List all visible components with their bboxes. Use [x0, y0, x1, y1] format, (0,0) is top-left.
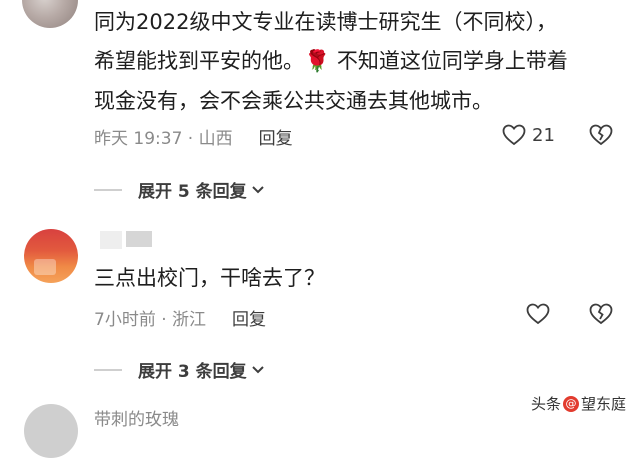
chevron-down-icon	[251, 180, 265, 200]
time-location: 7小时前 · 浙江	[94, 310, 207, 330]
expand-replies-button[interactable]: 展开 3 条回复	[94, 357, 265, 382]
comment-text: 三点出校门，干啥去了？	[94, 266, 325, 290]
avatar[interactable]	[22, 0, 78, 28]
chevron-down-icon	[251, 360, 265, 380]
watermark-name: 望东庭	[580, 395, 626, 413]
like-button[interactable]: 21	[502, 124, 555, 146]
time-location: 昨天 19:37 · 山西	[94, 129, 233, 149]
broken-heart-icon	[589, 124, 613, 146]
broken-heart-icon	[589, 303, 613, 325]
at-icon: @	[562, 395, 579, 412]
comment-text-line: 同为2022级中文专业在读博士研究生（不同校），	[94, 10, 557, 34]
expand-replies-label: 展开 5 条回复	[138, 182, 247, 202]
watermark: 头条 @ 望东庭	[531, 393, 626, 414]
comment-text-line: 现金没有，会不会乘公共交通去其他城市。	[94, 89, 493, 113]
reply-button[interactable]: 回复	[232, 305, 266, 330]
username-redacted[interactable]	[100, 231, 152, 251]
comment-meta: 昨天 19:37 · 山西 回复	[94, 124, 293, 149]
divider	[94, 188, 122, 191]
comment-text-line: 希望能找到平安的他。🌹 不知道这位同学身上带着	[94, 49, 568, 73]
heart-icon	[502, 124, 526, 146]
comment-meta: 7小时前 · 浙江 回复	[94, 305, 266, 330]
heart-icon	[526, 303, 550, 325]
avatar[interactable]	[24, 404, 78, 458]
username[interactable]: 带刺的玫瑰	[94, 405, 179, 430]
expand-replies-button[interactable]: 展开 5 条回复	[94, 177, 265, 202]
dislike-button[interactable]	[589, 124, 613, 146]
divider	[94, 368, 122, 371]
watermark-prefix: 头条	[530, 395, 561, 413]
like-count: 21	[532, 124, 555, 146]
expand-replies-label: 展开 3 条回复	[138, 362, 247, 382]
like-button[interactable]	[526, 303, 550, 325]
reply-button[interactable]: 回复	[259, 124, 293, 149]
avatar[interactable]	[24, 229, 78, 283]
dislike-button[interactable]	[589, 303, 613, 325]
